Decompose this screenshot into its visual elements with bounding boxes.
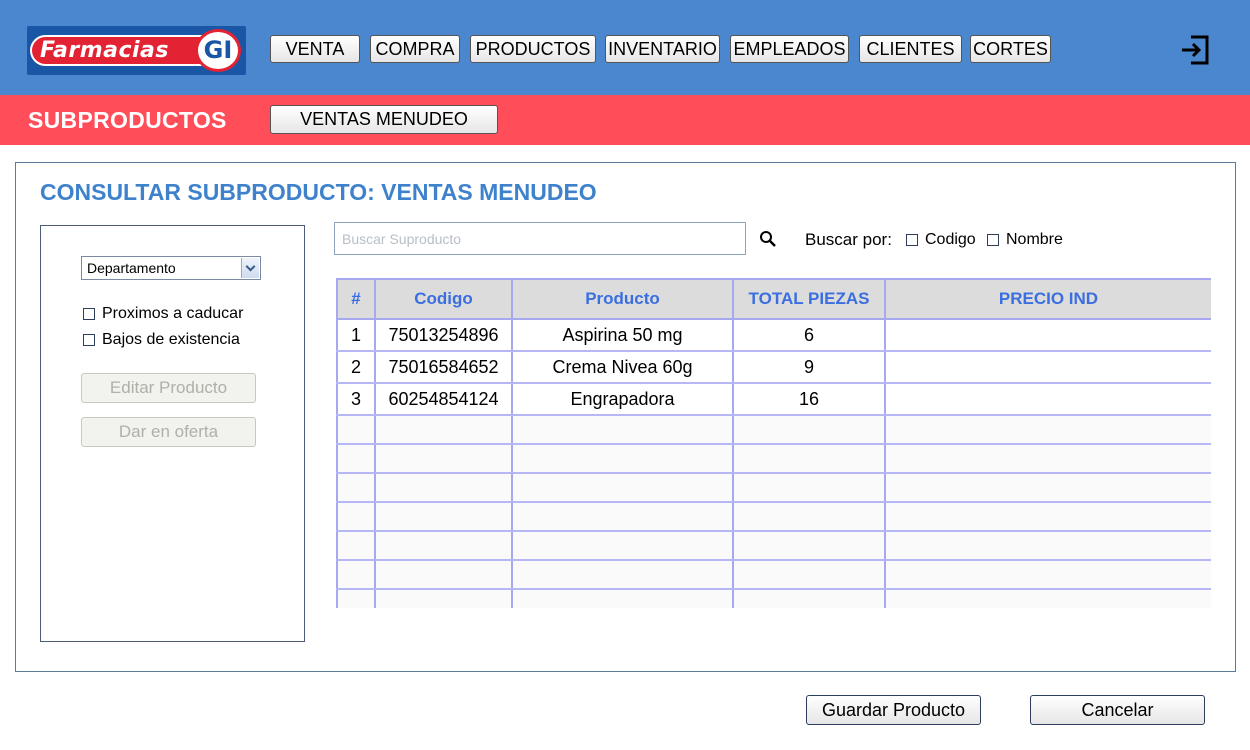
search-by-label: Buscar por: (805, 230, 892, 249)
logo-pill: Farmacias (30, 35, 220, 66)
column-header-number[interactable]: # (336, 278, 376, 320)
producto-cell: Engrapadora (511, 383, 734, 416)
main-panel: CONSULTAR SUBPRODUCTO: VENTAS MENUDEO De… (15, 162, 1236, 672)
row-number-cell: 1 (336, 319, 376, 352)
empty-table-row (336, 473, 1211, 503)
codigo-cell: 75016584652 (374, 351, 513, 384)
column-header-producto[interactable]: Producto (511, 278, 734, 320)
department-select[interactable]: Departamento (81, 256, 261, 280)
empty-table-row (336, 415, 1211, 445)
ventas-menudeo-button[interactable]: VENTAS MENUDEO (270, 105, 498, 134)
nav-inventario-button[interactable]: INVENTARIO (605, 35, 720, 63)
table-header-row: # Codigo Producto TOTAL PIEZAS PRECIO IN… (336, 278, 1211, 320)
nav-empleados-button[interactable]: EMPLEADOS (730, 35, 849, 63)
existencia-checkbox-row[interactable]: Bajos de existencia (83, 330, 240, 350)
row-number-cell: 3 (336, 383, 376, 416)
nav-cortes-button[interactable]: CORTES (970, 35, 1051, 63)
codigo-cell: 75013254896 (374, 319, 513, 352)
empty-table-row (336, 444, 1211, 474)
search-by-nombre-option[interactable]: Nombre (987, 231, 1063, 249)
chevron-down-icon[interactable] (241, 258, 259, 278)
caducar-checkbox[interactable] (83, 308, 95, 320)
existencia-label: Bajos de existencia (102, 331, 240, 348)
nav-productos-button[interactable]: PRODUCTOS (470, 35, 596, 63)
precio-ind-cell[interactable] (884, 383, 1211, 416)
row-number-cell: 2 (336, 351, 376, 384)
empty-table-row (336, 531, 1211, 561)
nombre-label: Nombre (1006, 231, 1063, 248)
cancel-button[interactable]: Cancelar (1030, 695, 1205, 725)
nav-clientes-button[interactable]: CLIENTES (859, 35, 962, 63)
nombre-checkbox[interactable] (987, 234, 999, 246)
column-header-total-piezas[interactable]: TOTAL PIEZAS (732, 278, 886, 320)
logo-badge-text: GI (203, 36, 233, 64)
logout-icon[interactable] (1179, 34, 1211, 66)
total-piezas-cell: 6 (732, 319, 886, 352)
codigo-cell: 60254854124 (374, 383, 513, 416)
table-row[interactable]: 3 60254854124 Engrapadora 16 (336, 383, 1211, 416)
column-header-codigo[interactable]: Codigo (374, 278, 513, 320)
nav-venta-button[interactable]: VENTA (270, 35, 360, 63)
edit-product-button[interactable]: Editar Producto (81, 373, 256, 403)
search-input[interactable] (334, 222, 746, 255)
search-by-codigo-option[interactable]: Codigo (906, 231, 976, 249)
filter-panel: Departamento Proximos a caducar Bajos de… (40, 225, 305, 642)
table-row[interactable]: 1 75013254896 Aspirina 50 mg 6 (336, 319, 1211, 352)
logo-text: Farmacias (40, 38, 169, 63)
section-title: SUBPRODUCTOS (28, 107, 227, 133)
products-table: # Codigo Producto TOTAL PIEZAS PRECIO IN… (336, 278, 1211, 608)
producto-cell: Crema Nivea 60g (511, 351, 734, 384)
empty-table-row (336, 502, 1211, 532)
offer-button[interactable]: Dar en oferta (81, 417, 256, 447)
existencia-checkbox[interactable] (83, 334, 95, 346)
top-navigation-bar: Farmacias GI VENTA COMPRA PRODUCTOS INVE… (0, 0, 1250, 95)
caducar-label: Proximos a caducar (102, 305, 244, 322)
section-bar: SUBPRODUCTOS VENTAS MENUDEO (0, 95, 1250, 145)
total-piezas-cell: 9 (732, 351, 886, 384)
producto-cell: Aspirina 50 mg (511, 319, 734, 352)
department-select-value: Departamento (87, 260, 176, 276)
total-piezas-cell: 16 (732, 383, 886, 416)
empty-table-row (336, 560, 1211, 590)
empty-table-row (336, 589, 1211, 608)
page-title: CONSULTAR SUBPRODUCTO: VENTAS MENUDEO (40, 179, 597, 205)
table-row[interactable]: 2 75016584652 Crema Nivea 60g 9 (336, 351, 1211, 384)
caducar-checkbox-row[interactable]: Proximos a caducar (83, 304, 243, 324)
column-header-precio-ind[interactable]: PRECIO IND (884, 278, 1211, 320)
precio-ind-cell[interactable] (884, 319, 1211, 352)
save-product-button[interactable]: Guardar Producto (806, 695, 981, 725)
precio-ind-cell[interactable] (884, 351, 1211, 384)
logo-badge: GI (195, 29, 241, 72)
codigo-label: Codigo (925, 231, 976, 248)
brand-logo: Farmacias GI (27, 26, 246, 75)
codigo-checkbox[interactable] (906, 234, 918, 246)
nav-compra-button[interactable]: COMPRA (370, 35, 460, 63)
search-icon[interactable] (759, 230, 777, 248)
